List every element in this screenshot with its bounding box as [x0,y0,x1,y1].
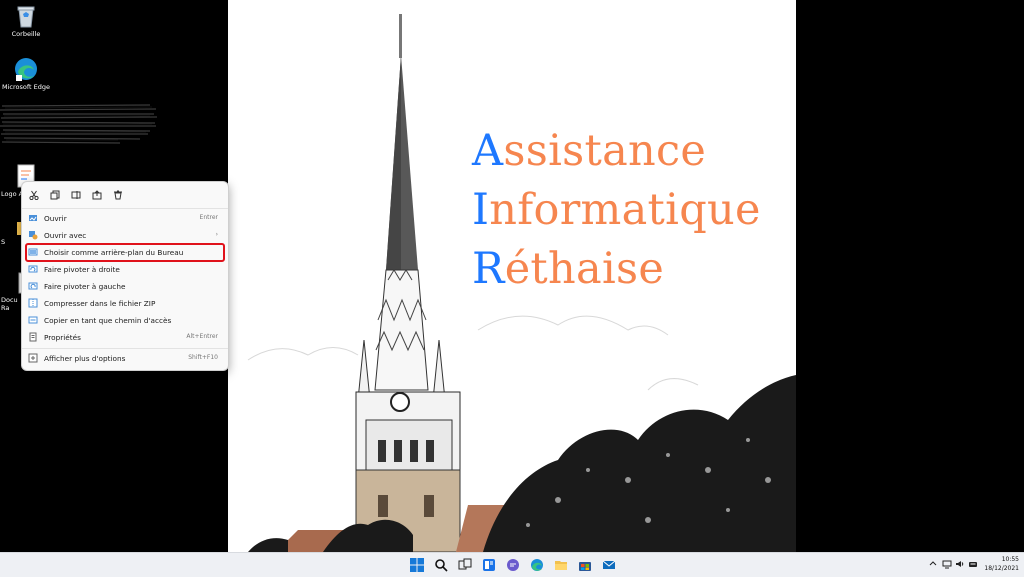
clock-date: 18/12/2021 [984,565,1019,572]
taskbar: 10:55 18/12/2021 [0,552,1024,577]
menu-item-open-with[interactable]: Ouvrir avec › [26,227,224,244]
desktop-icon-label: Corbeille [11,30,41,38]
task-view-icon[interactable] [457,557,473,573]
rename-icon[interactable] [69,188,83,202]
menu-item-copy-path[interactable]: Copier en tant que chemin d'accès [26,312,224,329]
separator [22,208,228,209]
start-icon[interactable] [409,557,425,573]
recycle-bin-icon [16,4,36,28]
copy-path-icon [28,315,38,325]
open-icon [28,213,38,223]
chevron-up-icon[interactable] [928,559,938,569]
chevron-right-icon: › [215,231,218,238]
widgets-icon[interactable] [481,557,497,573]
context-menu-quick-actions [22,182,228,208]
wallpaper-image: Assistance Informatique Réthaise [228,0,796,552]
redacted-scribble [0,102,158,148]
store-icon[interactable] [577,557,593,573]
desktop-icon-recycle-bin[interactable]: Corbeille [1,4,51,38]
wallpaper-icon [28,247,38,257]
delete-icon[interactable] [111,188,125,202]
volume-icon[interactable] [955,559,965,569]
keyboard-icon[interactable] [968,559,978,569]
menu-item-compress-zip[interactable]: Compresser dans le fichier ZIP [26,295,224,312]
rotate-left-icon [28,281,38,291]
clock-time: 10:55 [1001,556,1019,563]
desktop-icon-edge[interactable]: Microsoft Edge [1,57,51,91]
search-icon[interactable] [433,557,449,573]
desktop: Corbeille Microsoft Edge Logo A S Docu R… [0,0,1024,552]
edge-icon [14,57,38,81]
context-menu: Ouvrir Entrer Ouvrir avec › Choisir comm… [21,181,229,371]
menu-item-open[interactable]: Ouvrir Entrer [26,210,224,227]
wallpaper-line-3: Réthaise [472,244,665,294]
open-with-icon [28,230,38,240]
edge-icon[interactable] [529,557,545,573]
desktop-icon-label: Microsoft Edge [1,83,50,91]
chat-icon[interactable] [505,557,521,573]
share-icon[interactable] [90,188,104,202]
wallpaper-line-1: Assistance [472,126,707,176]
mail-icon[interactable] [601,557,617,573]
cut-icon[interactable] [27,188,41,202]
properties-icon [28,332,38,342]
menu-item-more-options[interactable]: Afficher plus d'options Shift+F10 [26,350,224,367]
separator [22,348,228,349]
more-options-icon [28,353,38,363]
copy-icon[interactable] [48,188,62,202]
menu-item-rotate-left[interactable]: Faire pivoter à gauche [26,278,224,295]
zip-icon [28,298,38,308]
menu-item-rotate-right[interactable]: Faire pivoter à droite [26,261,224,278]
rotate-right-icon [28,264,38,274]
clock[interactable]: 10:55 18/12/2021 [984,555,1019,573]
network-icon[interactable] [942,559,952,569]
wallpaper-line-2: Informatique [472,185,761,235]
menu-item-set-as-wallpaper[interactable]: Choisir comme arrière-plan du Bureau [25,243,225,262]
file-explorer-icon[interactable] [553,557,569,573]
menu-item-properties[interactable]: Propriétés Alt+Entrer [26,329,224,346]
